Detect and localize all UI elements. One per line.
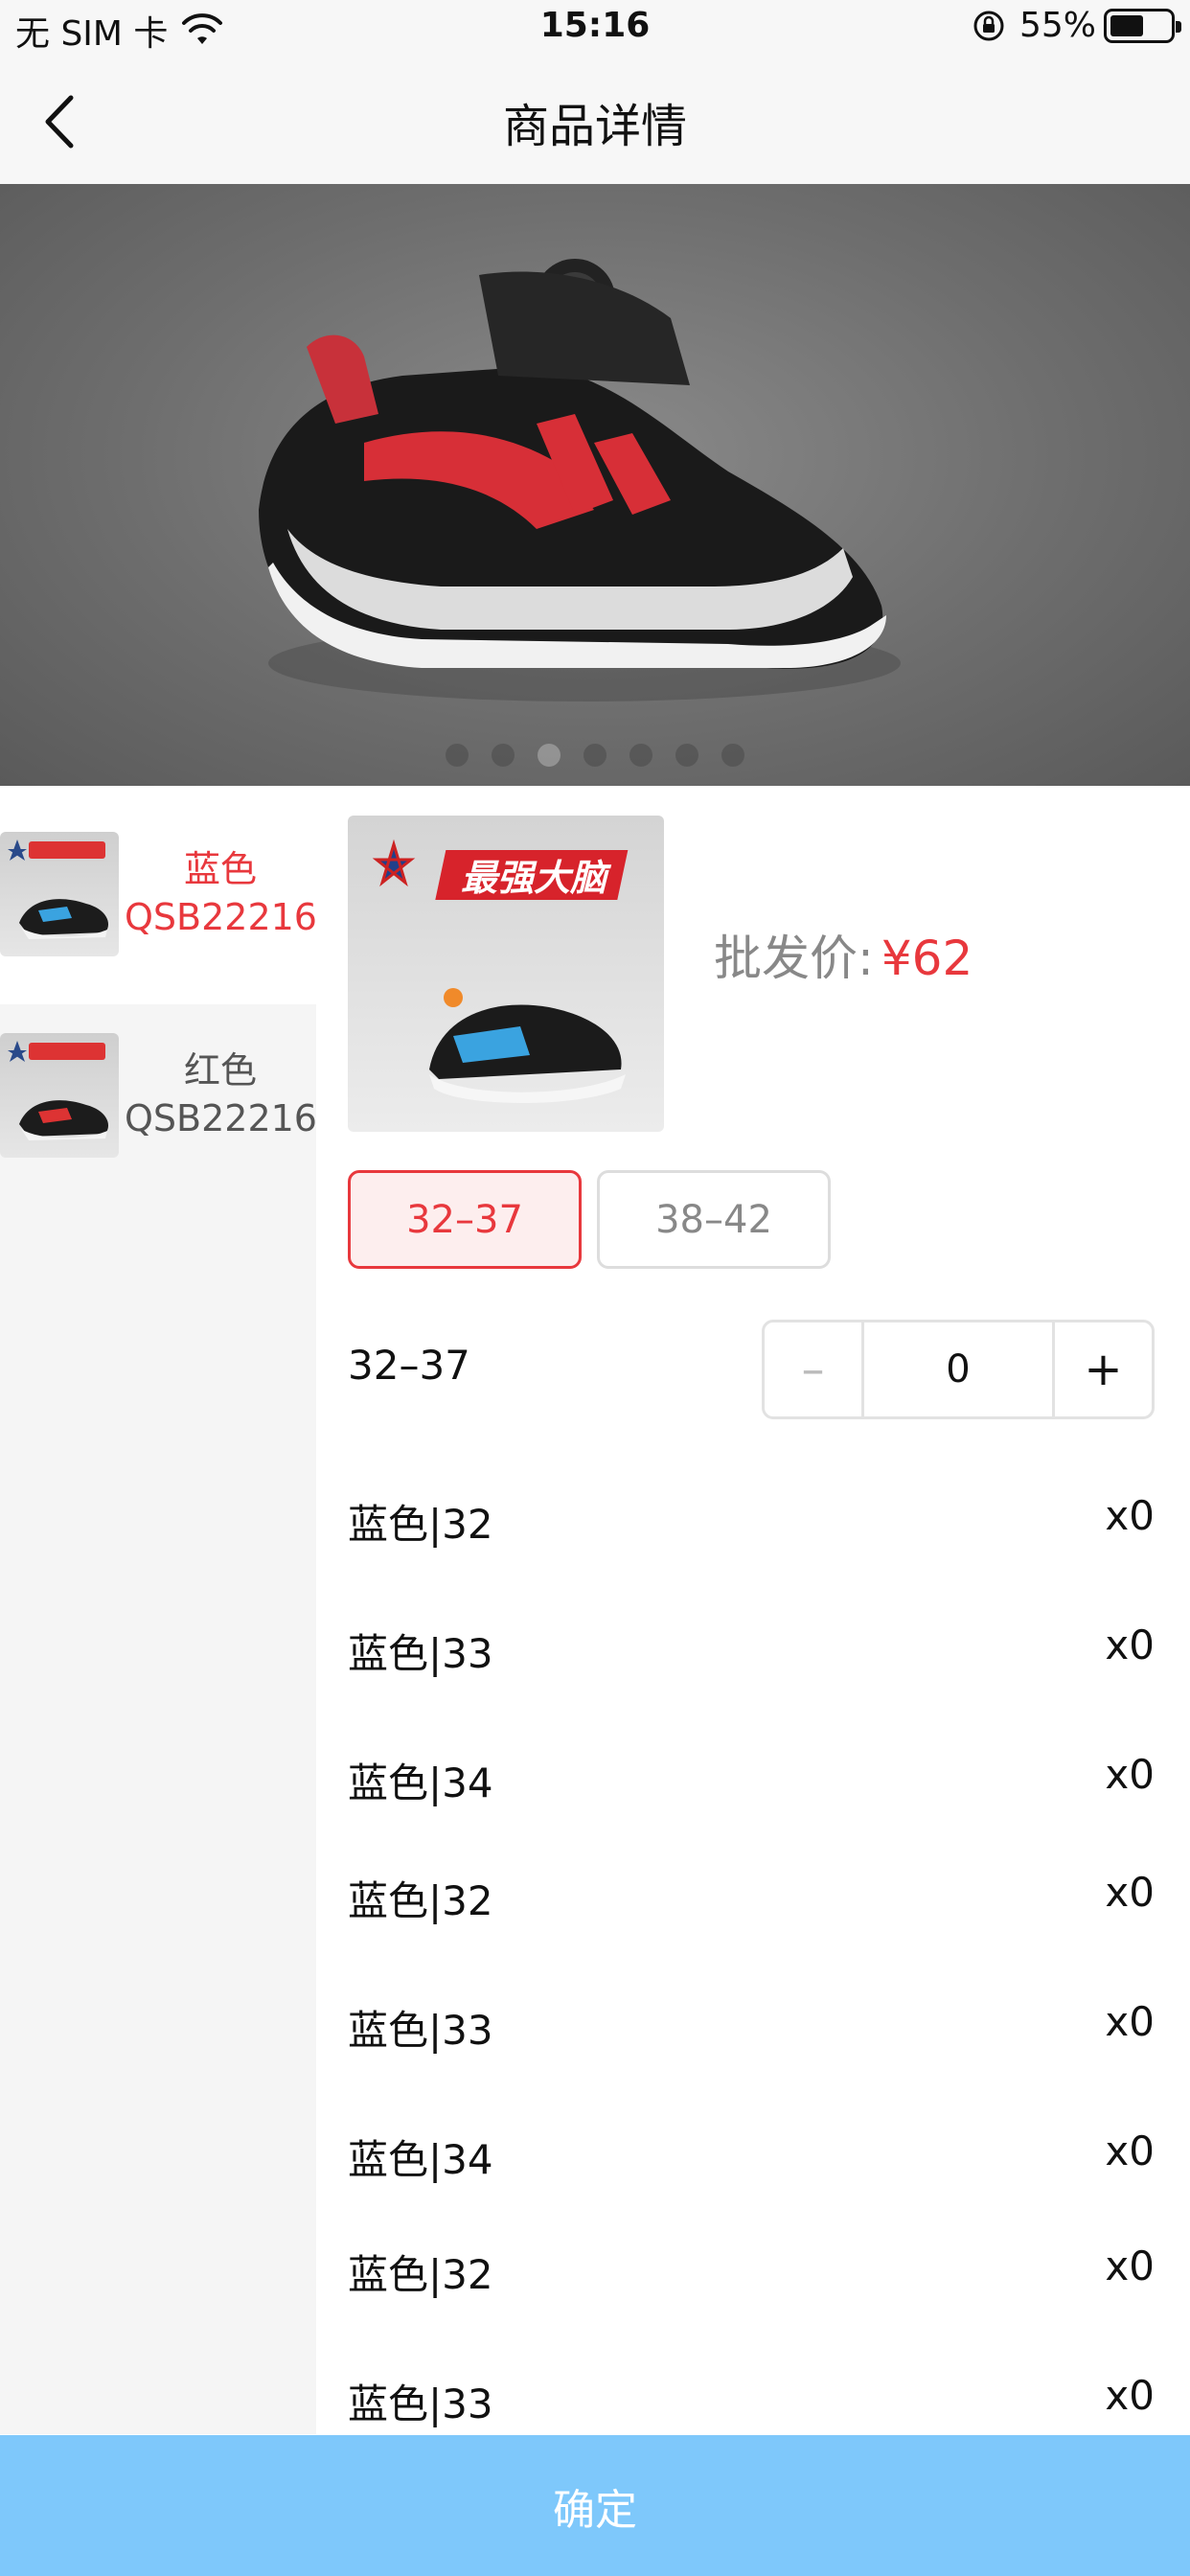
sku-qty: x0 [1105,2372,1155,2419]
quantity-value[interactable]: 0 [864,1322,1052,1416]
nav-bar: 商品详情 [0,59,1190,184]
sku-qty: x0 [1105,1998,1155,2045]
sku-name: 蓝色|34 [348,2136,493,2183]
sku-name: 蓝色|33 [348,2007,493,2054]
sku-qty: x0 [1105,1869,1155,1916]
carousel-dot[interactable] [492,744,515,767]
shoe-photo [259,259,901,702]
sku-qty: x0 [1105,1492,1155,1539]
battery-fill [1110,14,1143,36]
sku-row: 蓝色|34 x0 [348,2128,1155,2185]
variant-name: 蓝色 [183,848,257,890]
variant-item-red[interactable]: 红色 QSB22216 [0,1004,317,1223]
sku-name: 蓝色|34 [348,1760,493,1806]
sku-row: 蓝色|33 x0 [348,2372,1155,2429]
quantity-stepper: – 0 + [762,1320,1155,1419]
carousel-dot[interactable] [538,744,561,767]
sku-qty: x0 [1105,1751,1155,1798]
brand-logo-text: 最强大脑 [461,857,612,899]
price-label: 批发价: [714,931,874,986]
carousel-dot[interactable] [584,744,606,767]
sku-row: 蓝色|32 x0 [348,1869,1155,1926]
sku-name: 蓝色|33 [348,1630,493,1677]
selected-variant-image[interactable]: 最强大脑 [348,816,664,1132]
variant-thumbnail [0,1033,119,1158]
carousel-dot[interactable] [675,744,698,767]
variant-code: QSB22216 [125,896,317,938]
sku-qty: x0 [1105,2242,1155,2289]
size-tab-32-37[interactable]: 32–37 [348,1170,582,1269]
carousel-dot[interactable] [629,744,652,767]
page-title: 商品详情 [502,100,687,153]
orientation-lock-icon [973,11,1004,40]
variant-sidebar: 蓝色 QSB22216 红色 QSB22216 [0,786,317,2434]
sku-qty: x0 [1105,2128,1155,2174]
variant-item-blue[interactable]: 蓝色 QSB22216 [0,786,317,1004]
product-photo: 最强大脑 [372,839,629,1103]
carousel-dot[interactable] [721,744,744,767]
price-block: 批发价: ¥62 [714,920,973,989]
shoe-thumb-red [8,1041,109,1140]
battery-percent: 55% [1018,6,1096,45]
quantity-range-label: 32–37 [348,1342,470,1389]
shoe-thumb-blue [8,840,109,939]
sku-row: 蓝色|33 x0 [348,1622,1155,1679]
sku-row: 蓝色|34 x0 [348,1751,1155,1808]
sku-name: 蓝色|32 [348,1501,493,1548]
size-tab-38-42[interactable]: 38–42 [597,1170,831,1269]
sku-name: 蓝色|33 [348,2380,493,2427]
sku-name: 蓝色|32 [348,2251,493,2298]
carousel-dots [0,744,1190,767]
battery-nub [1176,20,1181,33]
price-value: ¥62 [881,931,973,986]
battery-icon [1104,8,1181,43]
variant-code: QSB22216 [125,1097,317,1139]
sku-name: 蓝色|32 [348,1877,493,1924]
variant-thumbnail [0,832,119,956]
carousel-dot[interactable] [446,744,469,767]
sku-row: 蓝色|33 x0 [348,1998,1155,2056]
decrement-button[interactable]: – [765,1322,864,1416]
sku-qty: x0 [1105,1622,1155,1668]
status-bar: 无 SIM 卡 15:16 55% [0,0,1190,59]
variant-name: 红色 [183,1049,257,1092]
sku-row: 蓝色|32 x0 [348,2242,1155,2300]
sku-row: 蓝色|32 x0 [348,1492,1155,1550]
status-right: 55% [972,6,1181,45]
increment-button[interactable]: + [1052,1322,1152,1416]
confirm-button[interactable]: 确定 [0,2435,1190,2576]
product-image-carousel[interactable] [0,184,1190,786]
